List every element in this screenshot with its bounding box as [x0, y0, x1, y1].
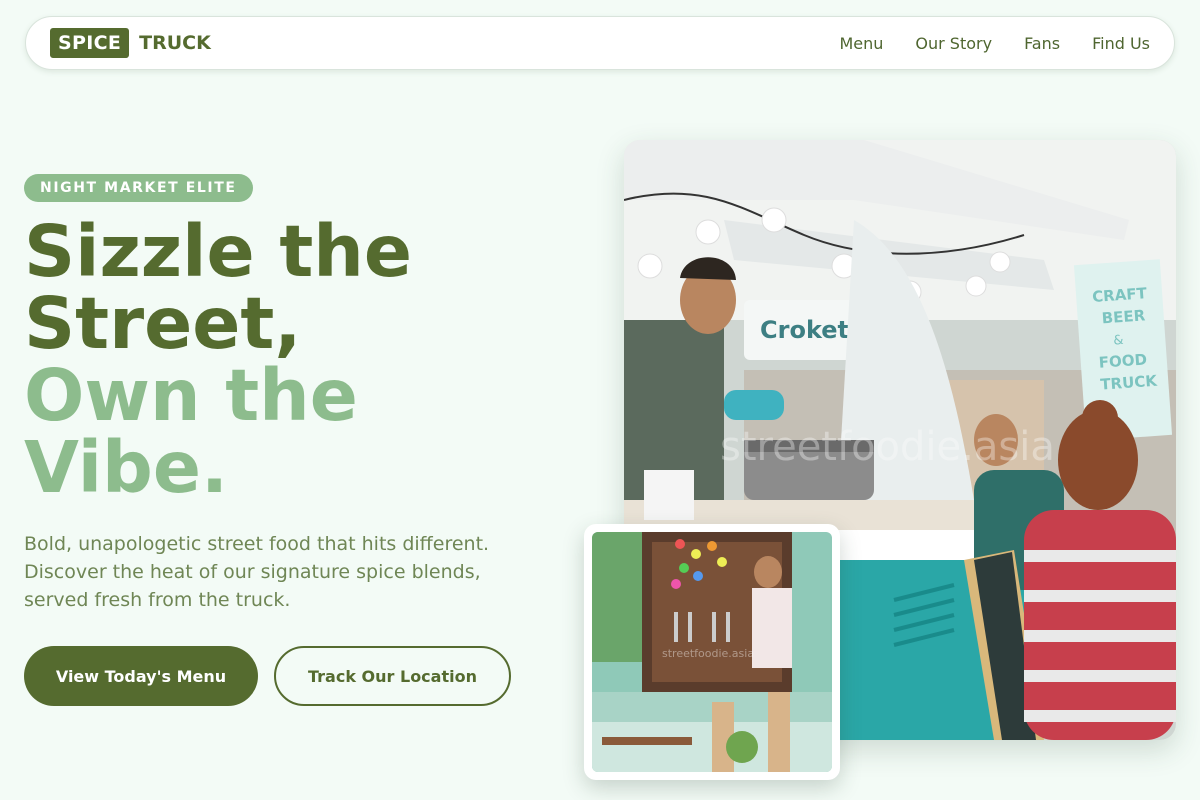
nav-link-our-story[interactable]: Our Story: [915, 34, 992, 53]
svg-text:BEER: BEER: [1101, 306, 1146, 327]
svg-text:&: &: [1113, 333, 1124, 349]
nav-link-find-us[interactable]: Find Us: [1092, 34, 1150, 53]
top-navbar: SPICE TRUCK Menu Our Story Fans Find Us: [25, 16, 1175, 70]
headline-line-2: Street,: [24, 282, 302, 365]
inset-watermark: streetfoodie.asia: [662, 647, 754, 660]
headline-line-3: Own the: [24, 354, 358, 437]
svg-text:CRAFT: CRAFT: [1092, 284, 1149, 306]
nav-link-fans[interactable]: Fans: [1024, 34, 1060, 53]
headline-line-1: Sizzle the: [24, 210, 412, 293]
track-location-button[interactable]: Track Our Location: [274, 646, 511, 706]
svg-text:FOOD: FOOD: [1098, 350, 1147, 371]
view-menu-button[interactable]: View Today's Menu: [24, 646, 258, 706]
hero-headline: Sizzle the Street, Own the Vibe.: [24, 216, 544, 504]
headline-line-4: Vibe.: [24, 426, 228, 509]
hero-badge: NIGHT MARKET ELITE: [24, 174, 253, 202]
hero-description: Bold, unapologetic street food that hits…: [24, 533, 490, 611]
inset-beer-stall-illustration: streetfoodie.asia: [592, 532, 832, 772]
nav-links: Menu Our Story Fans Find Us: [839, 34, 1150, 53]
logo-word: TRUCK: [139, 32, 211, 54]
inset-photo-card: streetfoodie.asia: [584, 524, 840, 780]
logo-box: SPICE: [50, 28, 130, 58]
photo-watermark: streetfoodie.asia: [720, 424, 1055, 470]
nav-link-menu[interactable]: Menu: [839, 34, 883, 53]
brand-logo[interactable]: SPICE TRUCK: [50, 28, 211, 58]
